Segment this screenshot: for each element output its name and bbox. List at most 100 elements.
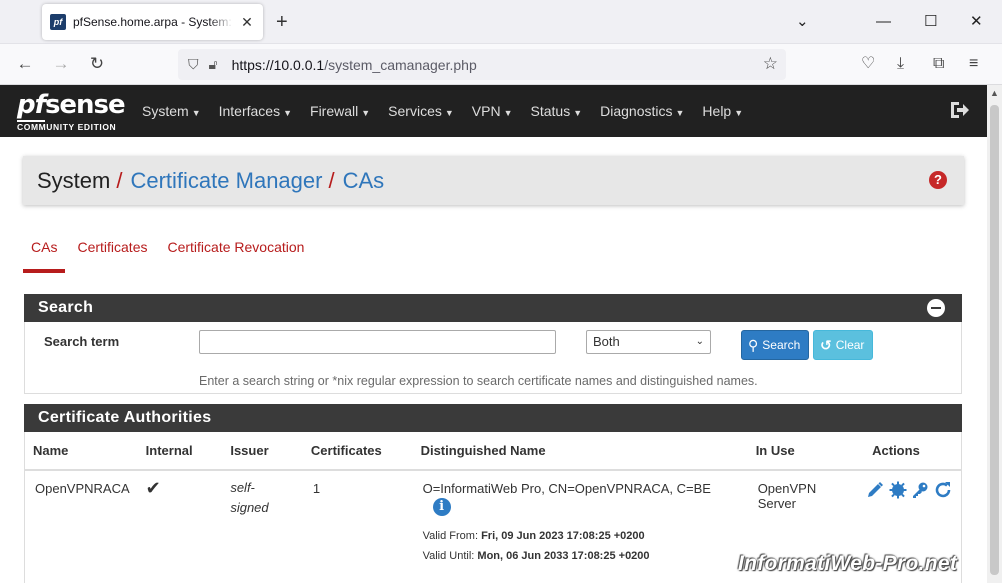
breadcrumb-system: System	[37, 167, 111, 193]
search-button[interactable]: ⚲ Search	[741, 330, 809, 360]
url-text: https://10.0.0.1/system_camanager.php	[231, 56, 477, 73]
info-icon[interactable]: i	[432, 498, 451, 516]
caret-down-icon: ▼	[191, 108, 201, 118]
menu-status[interactable]: Status ▼	[531, 103, 583, 119]
main-menu: System ▼ Interfaces ▼ Firewall ▼ Services ▼ …	[142, 85, 761, 137]
breadcrumb-certificate-manager[interactable]: Certificate Manager	[130, 168, 322, 194]
caret-down-icon: ▼	[361, 108, 371, 118]
search-panel-title: Search	[38, 299, 94, 316]
close-window-icon[interactable]: ✕	[970, 10, 983, 34]
pfsense-favicon: pf	[50, 14, 66, 30]
ca-issuer-line1: self-	[230, 480, 255, 495]
check-icon: ✔	[145, 478, 161, 498]
lock-warning-icon[interactable]: 🔓︎	[209, 56, 218, 73]
new-tab-icon[interactable]: +	[276, 10, 288, 34]
reload-icon[interactable]: ↻	[86, 53, 108, 75]
browser-nav-bar: ← → ↻ ⛉ 🔓︎ https://10.0.0.1/system_caman…	[0, 44, 1002, 85]
breadcrumb-separator: /	[116, 167, 123, 193]
search-panel-heading: Search	[24, 294, 962, 322]
tab-certificates[interactable]: Certificates	[69, 233, 155, 273]
col-certificates[interactable]: Certificates	[302, 432, 413, 471]
logout-icon[interactable]	[948, 99, 970, 121]
search-term-input[interactable]	[199, 330, 556, 354]
extensions-icon[interactable]: ⧉	[933, 53, 944, 75]
page-content: System / Certificate Manager / CAs ? CAs…	[0, 137, 987, 583]
renew-refresh-icon[interactable]	[934, 481, 952, 499]
menu-interfaces[interactable]: Interfaces ▼	[219, 103, 292, 119]
pocket-icon[interactable]: ♡	[861, 53, 875, 75]
ca-table: Name Internal Issuer Certificates Distin…	[25, 432, 961, 566]
cert-tabs: CAs Certificates Certificate Revocation	[23, 233, 316, 273]
ca-panel-title: Certificate Authorities	[38, 409, 212, 426]
search-scope-select[interactable]: Both ⌄	[586, 330, 711, 354]
caret-down-icon: ▼	[444, 108, 454, 118]
caret-down-icon: ▼	[283, 108, 293, 118]
help-icon[interactable]: ?	[929, 171, 947, 189]
menu-firewall[interactable]: Firewall ▼	[310, 103, 370, 119]
pfsense-logo[interactable]: pfsense COMMUNITY EDITION	[17, 90, 127, 134]
search-panel-body: Search term Both ⌄ ⚲ Search ↺ Clear Ente…	[24, 322, 962, 394]
col-actions: Actions	[864, 432, 961, 471]
watermark-text: InformatiWeb-Pro.net	[738, 552, 958, 575]
search-term-label: Search term	[44, 334, 120, 349]
caret-down-icon: ▼	[573, 108, 583, 118]
ca-dn-cell: O=InformatiWeb Pro, CN=OpenVPNRACA, C=BE…	[413, 470, 748, 566]
search-icon: ⚲	[748, 336, 759, 353]
caret-down-icon: ▼	[675, 108, 685, 118]
address-bar[interactable]: ⛉ 🔓︎ https://10.0.0.1/system_camanager.p…	[178, 49, 786, 80]
menu-vpn[interactable]: VPN ▼	[472, 103, 513, 119]
col-in-use[interactable]: In Use	[747, 432, 865, 471]
breadcrumb: System / Certificate Manager / CAs ?	[23, 156, 964, 205]
maximize-icon[interactable]: ☐	[924, 10, 937, 34]
col-name[interactable]: Name	[25, 432, 138, 471]
tab-certificate-revocation[interactable]: Certificate Revocation	[159, 233, 312, 273]
menu-help[interactable]: Help ▼	[702, 103, 743, 119]
breadcrumb-cas[interactable]: CAs	[343, 168, 385, 194]
browser-tab-bar: pf pfSense.home.arpa - System: Certifica…	[0, 0, 1002, 44]
valid-from-value: Fri, 09 Jun 2023 17:08:25 +0200	[481, 530, 645, 542]
close-tab-icon[interactable]: ✕	[239, 14, 255, 31]
valid-until-label: Valid Until:	[422, 550, 475, 562]
col-issuer[interactable]: Issuer	[222, 432, 303, 471]
minimize-icon[interactable]: —	[876, 10, 891, 34]
scroll-thumb[interactable]	[990, 105, 999, 575]
edit-pencil-icon[interactable]	[866, 481, 884, 499]
col-internal[interactable]: Internal	[137, 432, 223, 471]
back-arrow-icon[interactable]: ←	[14, 53, 36, 75]
tracking-shield-icon[interactable]: ⛉	[188, 56, 199, 73]
tab-title: pfSense.home.arpa - System: Certificate …	[73, 15, 233, 29]
search-scope-value: Both	[593, 334, 620, 349]
tab-list-chevron-icon[interactable]: ⌄	[796, 10, 809, 34]
forward-arrow-icon[interactable]: →	[50, 53, 72, 75]
valid-until-value: Mon, 06 Jun 2033 17:08:25 +0200	[477, 550, 650, 562]
tab-cas[interactable]: CAs	[23, 233, 66, 273]
ca-name: OpenVPNRACA	[35, 481, 130, 496]
valid-from-label: Valid From:	[422, 530, 478, 542]
col-distinguished-name[interactable]: Distinguished Name	[412, 432, 748, 471]
browser-tab[interactable]: pf pfSense.home.arpa - System: Certifica…	[42, 4, 263, 40]
ca-validity: Valid From: Fri, 09 Jun 2023 17:08:25 +0…	[423, 526, 740, 566]
ca-issuer: self- signed	[222, 470, 303, 566]
ca-certificates-count: 1	[312, 481, 321, 496]
export-key-icon[interactable]	[911, 481, 929, 499]
ca-distinguished-name: O=InformatiWeb Pro, CN=OpenVPNRACA, C=BE	[422, 481, 711, 496]
menu-diagnostics[interactable]: Diagnostics ▼	[600, 103, 684, 119]
export-certificate-gear-icon[interactable]	[889, 481, 907, 499]
clear-button[interactable]: ↺ Clear	[813, 330, 873, 360]
breadcrumb-separator: /	[328, 167, 335, 193]
menu-system[interactable]: System ▼	[142, 103, 201, 119]
caret-down-icon: ▼	[734, 108, 744, 118]
ca-issuer-line2: signed	[230, 500, 269, 515]
chevron-down-icon: ⌄	[695, 336, 704, 347]
scroll-up-arrow-icon[interactable]: ▲	[990, 88, 999, 98]
page-scrollbar[interactable]: ▲	[987, 85, 1002, 583]
table-header-row: Name Internal Issuer Certificates Distin…	[25, 432, 961, 471]
search-button-label: Search	[762, 338, 801, 352]
collapse-minus-icon[interactable]	[927, 299, 945, 317]
downloads-icon[interactable]: ⤓	[897, 53, 904, 75]
undo-icon: ↺	[820, 336, 832, 353]
menu-hamburger-icon[interactable]: ≡	[969, 53, 978, 75]
menu-services[interactable]: Services ▼	[388, 103, 454, 119]
search-help-text: Enter a search string or *nix regular ex…	[199, 374, 758, 388]
bookmark-star-icon[interactable]: ☆	[763, 54, 778, 74]
